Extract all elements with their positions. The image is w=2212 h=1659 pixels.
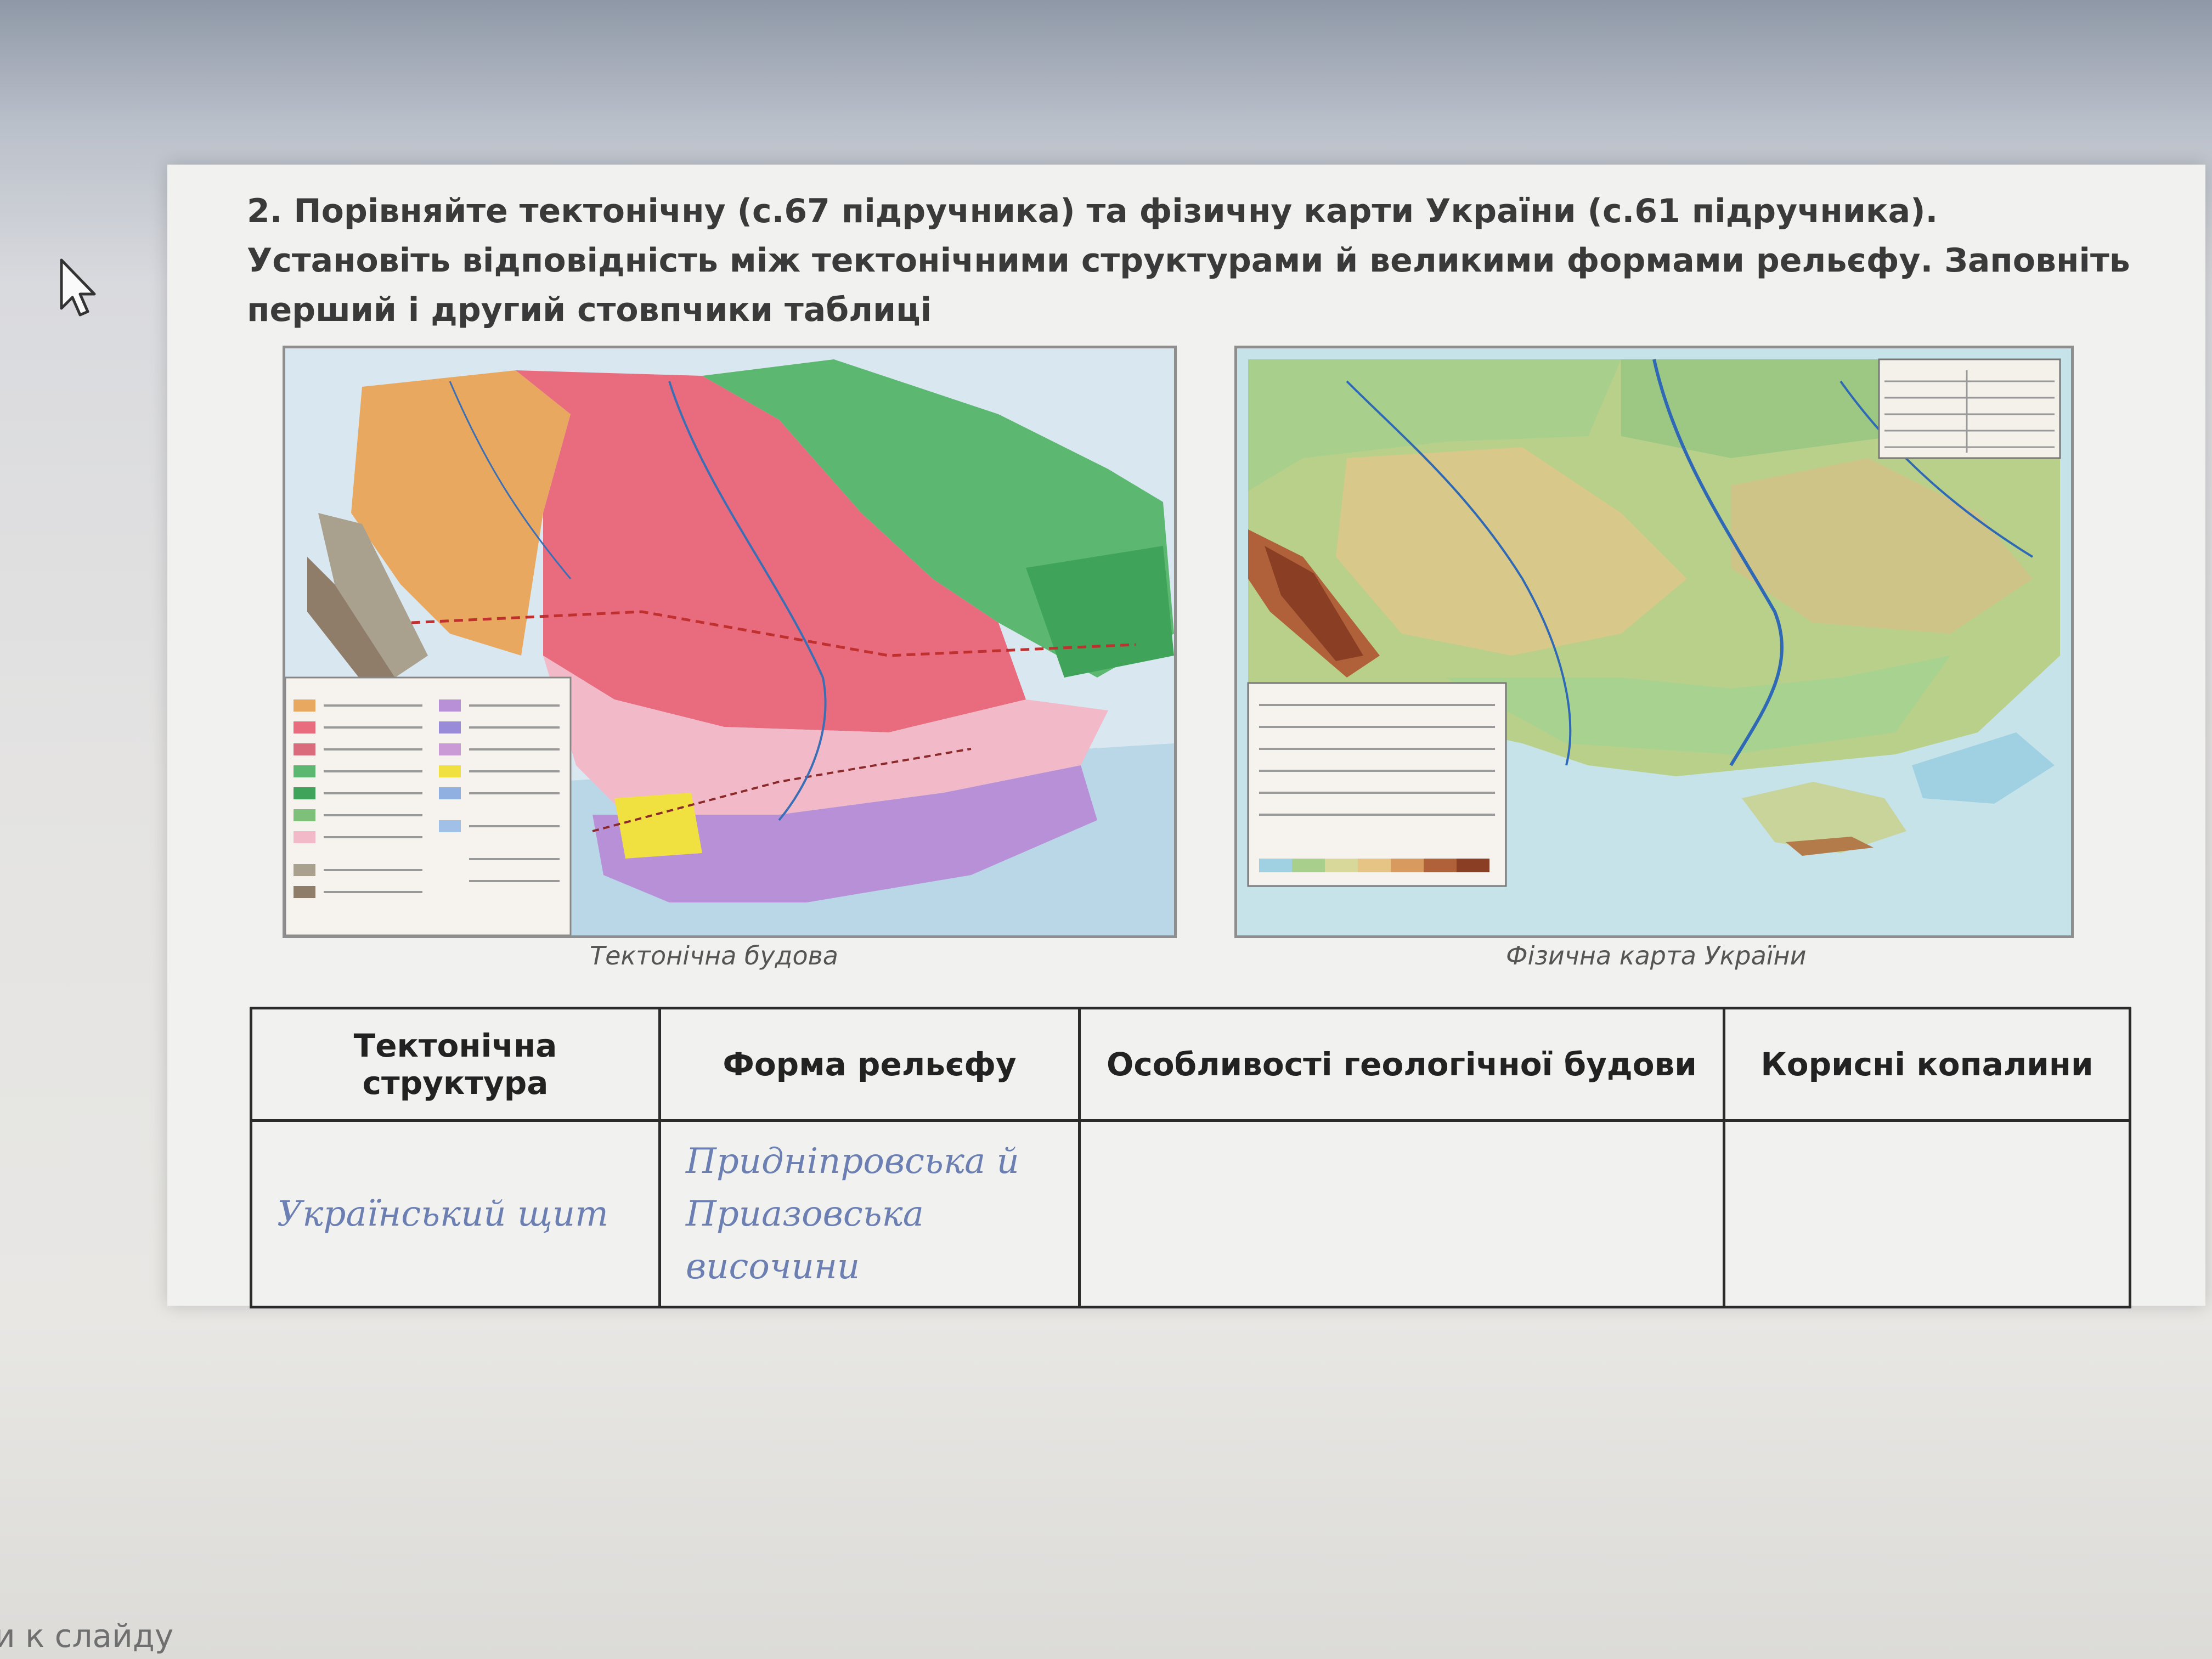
physical-map-caption: Фізична карта України <box>1506 941 1807 970</box>
table-header-row: Тектонічна структура Форма рельєфу Особл… <box>250 1007 2131 1122</box>
cell-minerals[interactable] <box>1723 1119 2131 1308</box>
header-relief-form: Форма рельєфу <box>658 1007 1081 1122</box>
answer-table: Тектонічна структура Форма рельєфу Особл… <box>250 1007 2131 1308</box>
slide-notes-hint[interactable]: и к слайду <box>0 1617 173 1655</box>
tectonic-map-image <box>283 346 1177 938</box>
physical-map-image <box>1234 346 2074 938</box>
slide-content: 2. Порівняйте тектонічну (с.67 підручник… <box>167 165 2205 1308</box>
cell-relief[interactable]: Придніпровська й Приазовська височини <box>658 1119 1081 1308</box>
header-minerals: Корисні копалини <box>1723 1007 2131 1122</box>
cell-geology[interactable] <box>1078 1119 1725 1308</box>
mouse-cursor-icon <box>60 258 96 317</box>
task-text: 2. Порівняйте тектонічну (с.67 підручник… <box>247 192 2130 329</box>
cell-structure[interactable]: Український щит <box>250 1119 661 1308</box>
tectonic-map-caption: Тектонічна будова <box>590 941 838 970</box>
header-tectonic-structure: Тектонічна структура <box>250 1007 661 1122</box>
header-geology-features: Особливості геологічної будови <box>1078 1007 1725 1122</box>
table-row: Український щит Придніпровська й Приазов… <box>250 1119 2131 1308</box>
